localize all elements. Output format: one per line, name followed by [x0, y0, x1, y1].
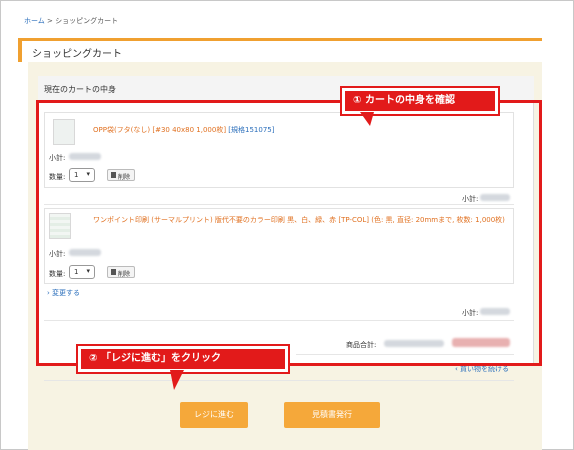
divider	[44, 380, 514, 381]
breadcrumb: ホーム > ショッピングカート	[24, 16, 118, 26]
chevron-left-icon: ‹	[455, 365, 458, 373]
breadcrumb-separator: >	[47, 17, 53, 25]
callout-step2: ② 「レジに進む」をクリック	[78, 346, 288, 372]
breadcrumb-home-link[interactable]: ホーム	[24, 17, 45, 25]
page-title: ショッピングカート	[32, 49, 122, 60]
checkout-button[interactable]: レジに進む	[180, 402, 248, 428]
breadcrumb-current: ショッピングカート	[55, 17, 119, 25]
page-title-bar: ショッピングカート	[18, 38, 542, 62]
cart-title: 現在のカートの中身	[44, 85, 116, 94]
callout-step1: ① カートの中身を確認	[342, 88, 498, 114]
callout-step1-tail	[360, 112, 374, 126]
quote-button[interactable]: 見積書発行	[284, 402, 380, 428]
highlight-outline	[36, 100, 542, 366]
callout-step2-tail	[170, 370, 184, 390]
